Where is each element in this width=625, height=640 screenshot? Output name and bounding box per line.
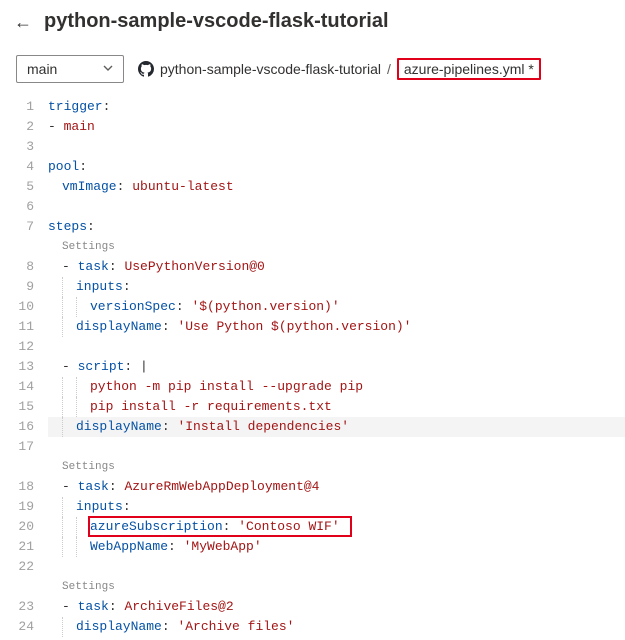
codelens-settings-link[interactable]: Settings (48, 237, 625, 257)
code-line[interactable] (48, 137, 625, 157)
line-number: 10 (0, 297, 34, 317)
line-number: 24 (0, 617, 34, 637)
code-line[interactable]: vmImage: ubuntu-latest (48, 177, 625, 197)
line-number: 4 (0, 157, 34, 177)
chevron-down-icon (103, 62, 113, 76)
line-number: 12 (0, 337, 34, 357)
line-number: 7 (0, 217, 34, 237)
code-line[interactable] (48, 557, 625, 577)
line-number (0, 577, 34, 597)
back-arrow-icon[interactable]: ← (14, 13, 32, 31)
line-number: 11 (0, 317, 34, 337)
code-line[interactable]: - task: AzureRmWebAppDeployment@4 (48, 477, 625, 497)
page-header: ← python-sample-vscode-flask-tutorial (0, 0, 625, 47)
line-number (0, 457, 34, 477)
line-number: 8 (0, 257, 34, 277)
code-line[interactable]: inputs: (48, 277, 625, 297)
file-toolbar: main python-sample-vscode-flask-tutorial… (0, 47, 625, 91)
line-number: 9 (0, 277, 34, 297)
line-number: 1 (0, 97, 34, 117)
code-line[interactable]: - task: ArchiveFiles@2 (48, 597, 625, 617)
code-body[interactable]: trigger:- main pool:vmImage: ubuntu-lates… (48, 97, 625, 637)
breadcrumb: python-sample-vscode-flask-tutorial / az… (138, 58, 541, 80)
code-line[interactable]: steps: (48, 217, 625, 237)
line-number: 6 (0, 197, 34, 217)
code-line[interactable]: pool: (48, 157, 625, 177)
line-number: 14 (0, 377, 34, 397)
code-editor[interactable]: 123456789101112131415161718192021222324 … (0, 91, 625, 637)
code-line[interactable]: WebAppName: 'MyWebApp' (48, 537, 625, 557)
line-number (0, 237, 34, 257)
line-number: 5 (0, 177, 34, 197)
github-icon (138, 61, 154, 77)
code-line[interactable]: - main (48, 117, 625, 137)
codelens-settings-link[interactable]: Settings (48, 577, 625, 597)
codelens-settings-link[interactable]: Settings (48, 457, 625, 477)
line-number: 3 (0, 137, 34, 157)
code-line[interactable]: - task: UsePythonVersion@0 (48, 257, 625, 277)
page-title: python-sample-vscode-flask-tutorial (44, 10, 389, 33)
breadcrumb-repo[interactable]: python-sample-vscode-flask-tutorial (160, 61, 381, 77)
line-number: 22 (0, 557, 34, 577)
branch-name: main (27, 61, 57, 77)
line-number: 21 (0, 537, 34, 557)
line-number: 17 (0, 437, 34, 457)
breadcrumb-separator: / (387, 61, 391, 77)
code-line[interactable]: - script: | (48, 357, 625, 377)
code-line[interactable]: versionSpec: '$(python.version)' (48, 297, 625, 317)
line-number: 13 (0, 357, 34, 377)
code-line[interactable]: trigger: (48, 97, 625, 117)
code-line[interactable]: pip install -r requirements.txt (48, 397, 625, 417)
line-number: 2 (0, 117, 34, 137)
line-number: 15 (0, 397, 34, 417)
line-number: 19 (0, 497, 34, 517)
branch-selector[interactable]: main (16, 55, 124, 83)
code-line[interactable]: inputs: (48, 497, 625, 517)
line-number: 23 (0, 597, 34, 617)
line-gutter: 123456789101112131415161718192021222324 (0, 97, 48, 637)
code-line[interactable]: displayName: 'Use Python $(python.versio… (48, 317, 625, 337)
code-line[interactable]: python -m pip install --upgrade pip (48, 377, 625, 397)
code-line[interactable]: displayName: 'Install dependencies' (48, 417, 625, 437)
code-line[interactable] (48, 337, 625, 357)
line-number: 20 (0, 517, 34, 537)
breadcrumb-file[interactable]: azure-pipelines.yml * (397, 58, 541, 80)
code-line[interactable] (48, 197, 625, 217)
line-number: 18 (0, 477, 34, 497)
line-number: 16 (0, 417, 34, 437)
code-line[interactable]: displayName: 'Archive files' (48, 617, 625, 637)
code-line[interactable] (48, 437, 625, 457)
code-line[interactable]: azureSubscription: 'Contoso WIF' (48, 517, 625, 537)
